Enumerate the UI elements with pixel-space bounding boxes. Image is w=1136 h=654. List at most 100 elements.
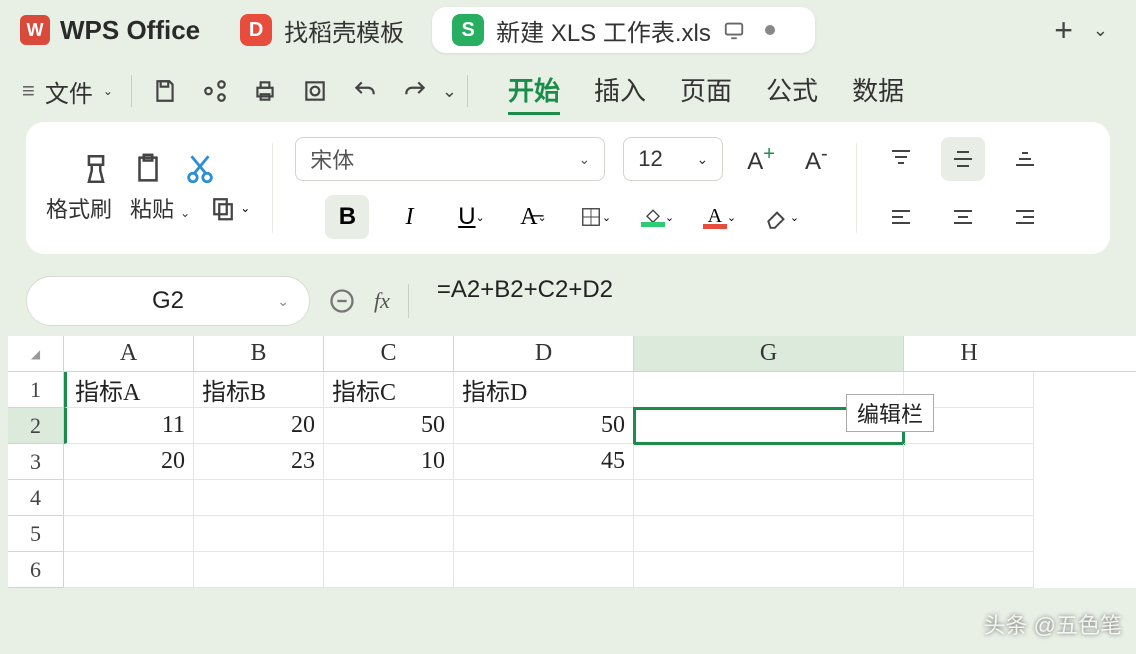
tab-active-file[interactable]: S 新建 XLS 工作表.xls [432,7,815,53]
format-painter-button[interactable] [79,152,113,186]
print-preview-button[interactable] [298,74,332,108]
app-title: W WPS Office [8,15,212,46]
cell-A1[interactable]: 指标A [64,372,194,408]
cell-B2[interactable]: 20 [194,408,324,444]
cell-D3[interactable]: 45 [454,444,634,480]
screen-icon[interactable] [723,19,745,41]
row-header-2[interactable]: 2 [8,408,64,444]
paste-button[interactable] [131,152,165,186]
tooltip-edit-bar: 编辑栏 [846,394,934,432]
cell-G3[interactable] [634,444,904,480]
cancel-icon[interactable] [328,287,356,315]
format-painter-label: 格式刷 [46,192,112,224]
cell-A2[interactable]: 11 [64,408,194,444]
align-right-button[interactable] [1003,195,1047,239]
daoke-icon: D [240,14,272,46]
col-header-C[interactable]: C [324,336,454,371]
tab-templates[interactable]: D 找稻壳模板 [220,7,424,53]
clear-format-button[interactable]: ⌄ [759,195,803,239]
file-menu-label: 文件 [45,74,93,109]
save-button[interactable] [148,74,182,108]
increase-font-button[interactable]: A+ [741,143,781,176]
row-header-1[interactable]: 1 [8,372,64,408]
app-name-label: WPS Office [60,15,200,46]
table-row: 2 11 20 50 50 131 [8,408,1136,444]
col-header-B[interactable]: B [194,336,324,371]
redo-button[interactable] [398,74,432,108]
chevron-down-icon: ⌄ [579,151,591,168]
align-bottom-button[interactable] [1003,137,1047,181]
cell-C3[interactable]: 10 [324,444,454,480]
paste-label[interactable]: 粘贴 ⌄ [130,192,190,224]
cell-C2[interactable]: 50 [324,408,454,444]
font-size-value: 12 [638,146,662,172]
dot-icon[interactable] [765,25,775,35]
cell-A3[interactable]: 20 [64,444,194,480]
row-header-4[interactable]: 4 [8,480,64,516]
fill-color-button[interactable]: ⌄ [635,195,679,239]
share-button[interactable] [198,74,232,108]
underline-button[interactable]: U⌄ [449,195,493,239]
font-name-value: 宋体 [310,143,354,175]
qa-more-button[interactable]: ⌄ [442,81,457,102]
ribbon: 格式刷 粘贴 ⌄ ⌄ 宋体 ⌄ 12 ⌄ A+ A- B I U⌄ A̶⌄ [26,122,1110,254]
tab-file-label: 新建 XLS 工作表.xls [496,13,711,48]
italic-button[interactable]: I [387,195,431,239]
font-color-button[interactable]: A ⌄ [697,195,741,239]
tab-data[interactable]: 数据 [852,67,904,115]
borders-button[interactable]: ⌄ [573,195,617,239]
row-header-3[interactable]: 3 [8,444,64,480]
cell-B1[interactable]: 指标B [194,372,324,408]
align-center-button[interactable] [941,195,985,239]
cell-D2[interactable]: 50 [454,408,634,444]
table-row: 6 [8,552,1136,588]
row-header-5[interactable]: 5 [8,516,64,552]
name-box[interactable]: G2 ⌄ [26,276,310,326]
formula-bar: G2 ⌄ fx =A2+B2+C2+D2 [26,276,1110,326]
print-button[interactable] [248,74,282,108]
cut-button[interactable] [183,152,217,186]
col-header-A[interactable]: A [64,336,194,371]
align-top-button[interactable] [879,137,923,181]
new-tab-button[interactable]: + [1054,12,1073,49]
decrease-font-button[interactable]: A- [799,143,834,176]
font-size-select[interactable]: 12 ⌄ [623,137,723,181]
tab-start[interactable]: 开始 [508,67,560,115]
tab-formula[interactable]: 公式 [766,67,818,115]
copy-button[interactable]: ⌄ [208,193,250,223]
col-header-G[interactable]: G [634,336,904,371]
undo-button[interactable] [348,74,382,108]
cell-C1[interactable]: 指标C [324,372,454,408]
bold-button[interactable]: B [325,195,369,239]
wps-logo-icon: W [20,15,50,45]
tab-insert[interactable]: 插入 [594,67,646,115]
title-bar: W WPS Office D 找稻壳模板 S 新建 XLS 工作表.xls + … [0,0,1136,60]
table-row: 4 [8,480,1136,516]
strike-button[interactable]: A̶⌄ [511,195,555,239]
cell-H3[interactable] [904,444,1034,480]
spreadsheet-grid[interactable]: ◢ A B C D G H 1 指标A 指标B 指标C 指标D 2 11 20 … [8,336,1136,588]
col-header-H[interactable]: H [904,336,1034,371]
cell-B3[interactable]: 23 [194,444,324,480]
sheet-icon: S [452,14,484,46]
formula-input[interactable]: =A2+B2+C2+D2 [427,276,1110,326]
column-headers: ◢ A B C D G H [8,336,1136,372]
table-row: 1 指标A 指标B 指标C 指标D [8,372,1136,408]
tab-templates-label: 找稻壳模板 [284,13,404,48]
fx-icon[interactable]: fx [374,288,390,314]
watermark: 头条 @五色笔 [984,608,1122,640]
tab-page[interactable]: 页面 [680,67,732,115]
chevron-down-icon: ⌄ [697,151,709,168]
row-header-6[interactable]: 6 [8,552,64,588]
tab-list-button[interactable]: ⌄ [1093,20,1108,41]
table-row: 3 20 23 10 45 [8,444,1136,480]
file-menu[interactable]: ≡ 文件 ⌄ [14,74,121,109]
align-middle-button[interactable] [941,137,985,181]
cell-D1[interactable]: 指标D [454,372,634,408]
font-name-select[interactable]: 宋体 ⌄ [295,137,605,181]
select-all-corner[interactable]: ◢ [8,336,64,371]
menu-bar: ≡ 文件 ⌄ ⌄ 开始 插入 页面 公式 数据 [0,60,1136,122]
hamburger-icon: ≡ [22,78,35,104]
align-left-button[interactable] [879,195,923,239]
col-header-D[interactable]: D [454,336,634,371]
